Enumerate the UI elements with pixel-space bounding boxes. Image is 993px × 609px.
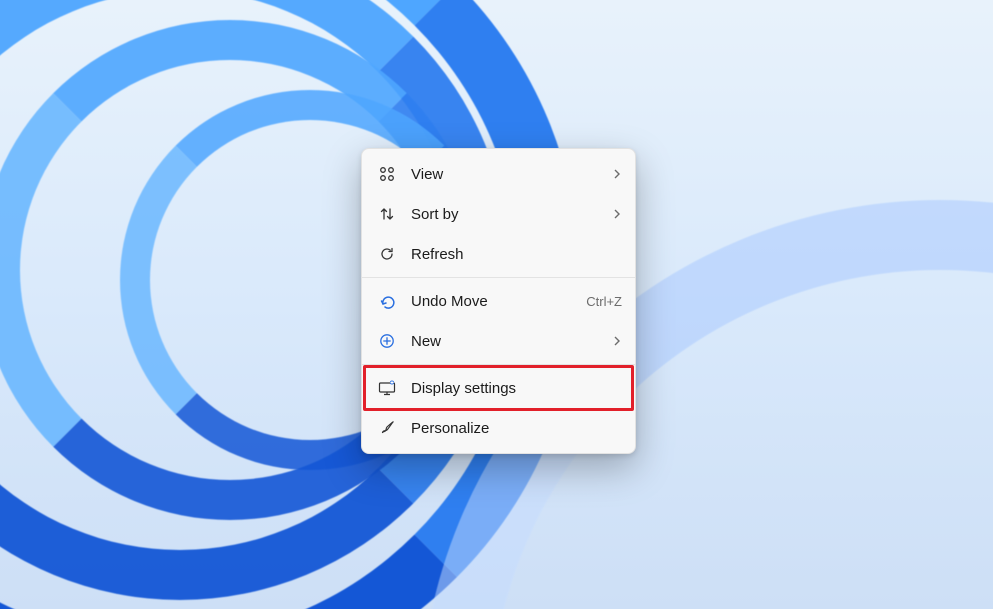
menu-item-display-settings[interactable]: Display settings — [367, 368, 630, 408]
grid-icon — [377, 164, 397, 184]
menu-item-label: Personalize — [411, 420, 622, 437]
brush-icon — [377, 418, 397, 438]
menu-item-personalize[interactable]: Personalize — [367, 408, 630, 448]
menu-item-view[interactable]: View — [367, 154, 630, 194]
chevron-right-icon — [612, 336, 622, 346]
menu-item-label: New — [411, 333, 612, 350]
menu-item-refresh[interactable]: Refresh — [367, 234, 630, 274]
menu-separator — [362, 364, 635, 365]
chevron-right-icon — [612, 209, 622, 219]
menu-item-label: Refresh — [411, 246, 622, 263]
refresh-icon — [377, 244, 397, 264]
menu-item-undo-move[interactable]: Undo Move Ctrl+Z — [367, 281, 630, 321]
menu-item-shortcut: Ctrl+Z — [586, 294, 622, 309]
menu-item-label: View — [411, 166, 612, 183]
menu-item-label: Sort by — [411, 206, 612, 223]
undo-icon — [377, 291, 397, 311]
menu-item-sort-by[interactable]: Sort by — [367, 194, 630, 234]
chevron-right-icon — [612, 169, 622, 179]
sort-icon — [377, 204, 397, 224]
menu-separator — [362, 277, 635, 278]
display-icon — [377, 378, 397, 398]
menu-item-new[interactable]: New — [367, 321, 630, 361]
new-icon — [377, 331, 397, 351]
desktop-context-menu: View Sort by Refresh — [361, 148, 636, 454]
menu-item-label: Display settings — [411, 380, 622, 397]
menu-item-label: Undo Move — [411, 293, 586, 310]
